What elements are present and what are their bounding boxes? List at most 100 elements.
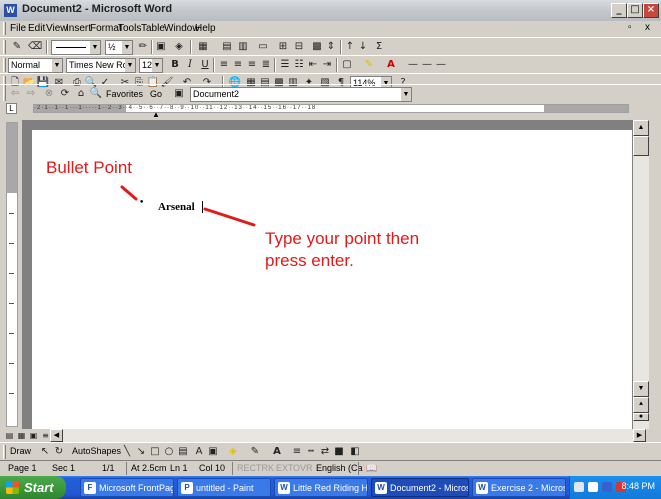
line-icon[interactable]: —: [434, 58, 448, 72]
menu-edit[interactable]: Edit: [28, 23, 45, 34]
line-weight-select[interactable]: ½ ▼: [105, 40, 133, 55]
spelling-status-icon[interactable]: 📖: [366, 463, 377, 474]
status-rec[interactable]: REC: [237, 463, 256, 473]
tray-arrow-icon[interactable]: [574, 482, 584, 492]
scroll-right-button[interactable]: ▶: [633, 429, 646, 442]
chevron-down-icon[interactable]: ▼: [122, 41, 132, 54]
print-layout-view-icon[interactable]: ▣: [28, 429, 39, 443]
toolbar-grip[interactable]: [3, 40, 6, 54]
clip-art-icon[interactable]: ▣: [206, 445, 220, 459]
rectangle-tool-icon[interactable]: □: [148, 445, 162, 459]
previous-page-button[interactable]: ⯅: [633, 397, 649, 413]
hscroll-track[interactable]: [63, 429, 633, 442]
normal-view-icon[interactable]: ▤: [4, 429, 15, 443]
status-trk[interactable]: TRK: [256, 463, 274, 473]
favorites-menu[interactable]: Favorites: [106, 89, 143, 99]
fill-color-icon[interactable]: ◈: [226, 445, 240, 459]
sort-descending-icon[interactable]: ↓: [356, 40, 370, 54]
vertical-scrollbar[interactable]: ▲ ▼ ⯅ ●: [633, 120, 649, 429]
border-color-icon[interactable]: ✏: [136, 40, 150, 54]
shading-color-icon[interactable]: ◈: [172, 40, 186, 54]
taskbar-item-frontpage[interactable]: F Microsoft FrontPage...: [80, 478, 174, 497]
tab-selector[interactable]: L: [6, 103, 17, 114]
table-autoformat-icon[interactable]: ▩: [310, 40, 324, 54]
oval-tool-icon[interactable]: ○: [162, 445, 176, 459]
outside-border-icon[interactable]: ▣: [154, 40, 168, 54]
decrease-indent-icon[interactable]: ⇤: [306, 58, 320, 72]
line-tool-icon[interactable]: ╲: [120, 445, 134, 459]
change-text-direction-icon[interactable]: ⇕: [324, 40, 338, 54]
doc-restore-icon[interactable]: ▫: [628, 22, 632, 33]
autoshapes-menu[interactable]: AutoShapes: [72, 446, 121, 456]
line-icon[interactable]: —: [406, 58, 420, 72]
justify-icon[interactable]: ≣: [259, 58, 273, 72]
split-cells-icon[interactable]: ▥: [236, 40, 250, 54]
font-color-icon[interactable]: A: [384, 58, 398, 72]
highlight-icon[interactable]: ✎: [362, 58, 376, 72]
align-center-icon[interactable]: ≡: [231, 58, 245, 72]
taskbar-item-little-red[interactable]: W Little Red Riding Ho...: [274, 478, 368, 497]
home-icon[interactable]: ⌂: [74, 87, 88, 101]
menu-format[interactable]: Format: [90, 23, 122, 34]
insert-table-icon[interactable]: ▦: [196, 40, 210, 54]
distribute-rows-icon[interactable]: ⊞: [276, 40, 290, 54]
doc-close-icon[interactable]: x: [645, 22, 650, 33]
menu-insert[interactable]: Insert: [66, 23, 91, 34]
bold-button[interactable]: B: [168, 58, 182, 72]
bullets-icon[interactable]: ☷: [292, 58, 306, 72]
document-page[interactable]: Bullet Point • Arsenal Type your point t…: [32, 130, 632, 429]
distribute-columns-icon[interactable]: ⊟: [292, 40, 306, 54]
align-left-icon[interactable]: ≡: [217, 58, 231, 72]
dash-style-icon[interactable]: ┅: [304, 445, 318, 459]
word-app-icon[interactable]: W: [4, 4, 17, 17]
status-ext[interactable]: EXT: [276, 463, 294, 473]
line-color-icon[interactable]: ✎: [248, 445, 262, 459]
3d-icon[interactable]: ◧: [348, 445, 362, 459]
align-right-icon[interactable]: ≡: [245, 58, 259, 72]
start-button[interactable]: Start: [0, 476, 66, 499]
stop-icon[interactable]: ⊗: [42, 87, 56, 101]
search-web-icon[interactable]: 🔍: [89, 87, 103, 101]
taskbar-item-document2[interactable]: W Document2 - Micros...: [371, 478, 469, 497]
eraser-icon[interactable]: ⌫: [28, 40, 42, 54]
font-select[interactable]: Times New Roman ▼: [66, 58, 136, 73]
italic-button[interactable]: I: [183, 58, 197, 72]
draw-menu[interactable]: Draw: [10, 446, 31, 456]
menu-file[interactable]: File: [10, 23, 26, 34]
text-box-icon[interactable]: ▤: [176, 445, 190, 459]
toolbar-grip[interactable]: [3, 445, 6, 459]
select-browse-object-button[interactable]: ●: [633, 413, 649, 421]
align-icon[interactable]: ▭: [256, 40, 270, 54]
merge-cells-icon[interactable]: ▤: [220, 40, 234, 54]
network-icon[interactable]: [588, 482, 598, 492]
line-style-icon[interactable]: ≡: [290, 445, 304, 459]
menu-table[interactable]: Table: [141, 23, 165, 34]
back-icon[interactable]: ⇦: [8, 87, 22, 101]
arrow-style-icon[interactable]: ⇄: [318, 445, 332, 459]
forward-icon[interactable]: ⇨: [24, 87, 38, 101]
minimize-button[interactable]: _: [611, 3, 627, 18]
autosum-icon[interactable]: Σ: [372, 40, 386, 54]
draw-table-icon[interactable]: ✎: [10, 40, 24, 54]
scroll-left-button[interactable]: ◀: [50, 429, 63, 442]
arrow-tool-icon[interactable]: ↘: [134, 445, 148, 459]
underline-button[interactable]: U: [198, 58, 212, 72]
vertical-ruler[interactable]: [6, 122, 18, 427]
chevron-down-icon[interactable]: ▼: [52, 59, 62, 72]
free-rotate-icon[interactable]: ↻: [52, 445, 66, 459]
web-layout-view-icon[interactable]: ▦: [16, 429, 27, 443]
scroll-thumb[interactable]: [633, 136, 649, 156]
status-ovr[interactable]: OVR: [293, 463, 313, 473]
font-color-icon[interactable]: A: [270, 445, 284, 459]
toolbar-grip[interactable]: [3, 87, 6, 101]
toolbar-grip[interactable]: [3, 58, 6, 72]
sort-ascending-icon[interactable]: ↑: [343, 40, 357, 54]
menu-help[interactable]: Help: [195, 23, 216, 34]
taskbar-item-paint[interactable]: P untitled - Paint: [177, 478, 271, 497]
maximize-button[interactable]: □: [627, 3, 643, 18]
menu-tools[interactable]: Tools: [118, 23, 141, 34]
indent-marker-icon[interactable]: ▲: [152, 110, 160, 119]
scroll-up-button[interactable]: ▲: [633, 120, 649, 136]
volume-icon[interactable]: [602, 482, 612, 492]
go-menu[interactable]: Go: [150, 89, 162, 99]
